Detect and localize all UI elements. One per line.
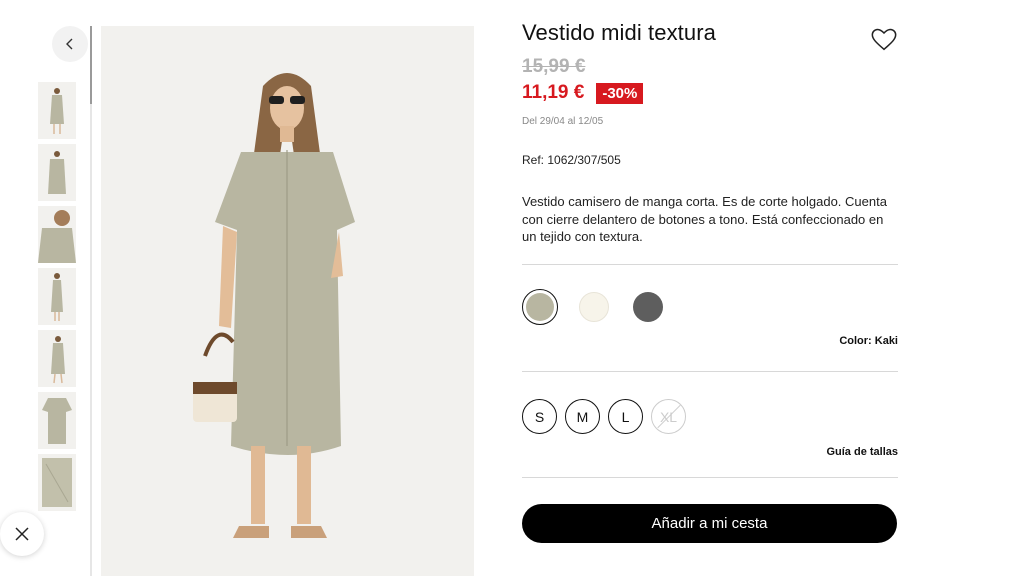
thumbnail-7[interactable] (38, 454, 76, 511)
divider (522, 477, 898, 478)
close-icon (15, 527, 29, 541)
thumbnail-4[interactable] (38, 268, 76, 325)
price-row: 11,19 € -30% (522, 82, 898, 104)
chevron-left-icon (66, 38, 73, 50)
size-guide-link[interactable]: Guía de tallas (826, 446, 898, 458)
divider (522, 371, 898, 372)
add-to-cart-button[interactable]: Añadir a mi cesta (522, 504, 897, 543)
size-selector: S M L XL (522, 399, 686, 434)
size-option-m[interactable]: M (565, 399, 600, 434)
product-main-image[interactable] (101, 26, 474, 576)
gallery-scroll-track[interactable] (90, 26, 92, 576)
thumbnail-6[interactable] (38, 392, 76, 449)
product-description: Vestido camisero de manga corta. Es de c… (522, 194, 887, 244)
sale-price: 11,19 € (522, 82, 585, 103)
thumbnail-3[interactable] (38, 206, 76, 263)
thumbnail-1[interactable] (38, 82, 76, 139)
heart-icon (871, 28, 897, 51)
color-swatch-cream[interactable] (576, 289, 612, 325)
product-info-panel: Vestido midi textura 15,99 € 11,19 € -30… (522, 20, 898, 265)
original-price: 15,99 € (522, 56, 586, 77)
color-swatch-grey[interactable] (630, 289, 666, 325)
color-swatch-kaki[interactable] (522, 289, 558, 325)
divider (522, 263, 898, 265)
thumbnail-5[interactable] (38, 330, 76, 387)
thumbnail-rail (38, 82, 78, 516)
selected-color-label: Color: Kaki (839, 335, 898, 347)
product-title: Vestido midi textura (522, 20, 716, 45)
close-button[interactable] (0, 512, 44, 556)
size-option-s[interactable]: S (522, 399, 557, 434)
color-selector (522, 289, 666, 325)
size-option-l[interactable]: L (608, 399, 643, 434)
thumbnail-2[interactable] (38, 144, 76, 201)
size-option-xl[interactable]: XL (651, 399, 686, 434)
discount-badge: -30% (596, 82, 644, 104)
back-button[interactable] (52, 26, 88, 62)
product-reference: Ref: 1062/307/505 (522, 153, 621, 167)
gallery-scroll-thumb[interactable] (90, 26, 92, 104)
favorite-button[interactable] (870, 26, 898, 54)
promo-dates: Del 29/04 al 12/05 (522, 116, 604, 127)
